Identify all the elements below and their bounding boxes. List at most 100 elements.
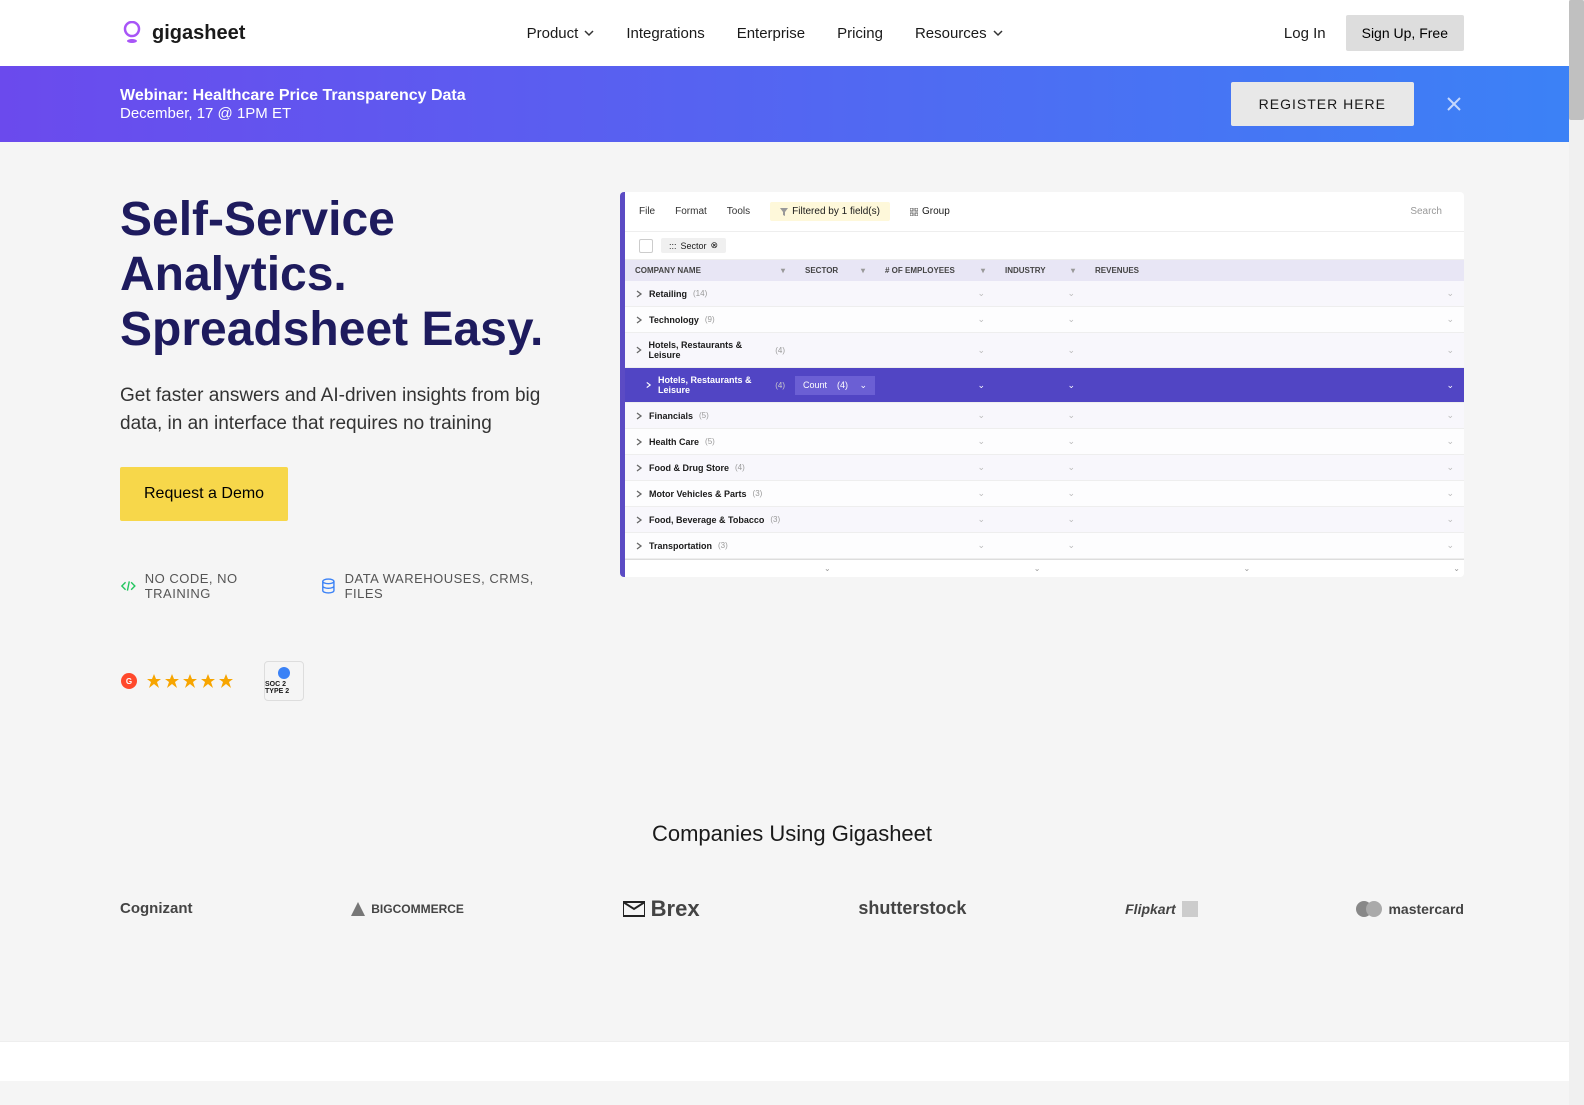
main-nav: Product Integrations Enterprise Pricing … (527, 25, 1003, 42)
chevron-right-icon (635, 542, 643, 550)
company-logos: Cognizant BIGCOMMERCE Brex shutterstock … (120, 897, 1464, 921)
ss-cell (795, 409, 875, 423)
ss-cell: ⌄ (1085, 307, 1464, 332)
ss-menu-file: File (639, 206, 655, 217)
ss-group-chip: Group (910, 206, 950, 217)
ss-header-industry-label: INDUSTRY (1005, 266, 1046, 275)
ss-cell: ⌄ (875, 403, 995, 428)
ss-cell: ⌄ (995, 373, 1085, 398)
ss-cell: Hotels, Restaurants & Leisure(4) (625, 368, 795, 402)
banner-title: Webinar: Healthcare Price Transparency D… (120, 87, 466, 105)
g2-rating: G (120, 672, 234, 690)
ss-row: Food, Beverage & Tobacco(3) ⌄ ⌄ ⌄ (625, 507, 1464, 533)
ss-row: Transportation(3) ⌄ ⌄ ⌄ (625, 533, 1464, 559)
ss-cell: ⌄ (995, 429, 1085, 454)
star-rating (146, 673, 234, 689)
tag-datasources-label: DATA WAREHOUSES, CRMS, FILES (345, 571, 560, 601)
ss-header-employees-label: # OF EMPLOYEES (885, 266, 955, 275)
ss-header-revenues-label: REVENUES (1095, 266, 1139, 275)
ss-cell (795, 435, 875, 449)
ss-header-sector: SECTOR▾ (795, 260, 875, 281)
logo-cognizant: Cognizant (120, 897, 193, 921)
request-demo-button[interactable]: Request a Demo (120, 467, 288, 521)
companies-title: Companies Using Gigasheet (120, 821, 1464, 847)
ss-footer-cell: ⌄ (1045, 560, 1255, 577)
ss-rows: Retailing(14) ⌄ ⌄ ⌄ Technology(9) ⌄ ⌄ ⌄ … (625, 281, 1464, 559)
ss-cell: ⌄ (875, 307, 995, 332)
ss-cell: ⌄ (875, 429, 995, 454)
ss-row: Technology(9) ⌄ ⌄ ⌄ (625, 307, 1464, 333)
ss-cell (795, 287, 875, 301)
ss-cell: Technology(9) (625, 308, 795, 332)
trust-badges: G SOC 2 TYPE 2 (120, 661, 560, 701)
ss-cell: ⌄ (875, 533, 995, 558)
ss-cell: Retailing(14) (625, 282, 795, 306)
ss-row: Health Care(5) ⌄ ⌄ ⌄ (625, 429, 1464, 455)
scrollbar-thumb[interactable] (1569, 0, 1584, 120)
ss-menu-format: Format (675, 206, 707, 217)
ss-search: Search (1402, 204, 1450, 219)
ss-cell: ⌄ (875, 455, 995, 480)
nav-product[interactable]: Product (527, 25, 595, 42)
star-icon (146, 673, 162, 689)
scrollbar[interactable] (1569, 0, 1584, 1105)
hero-left: Self-Service Analytics. Spreadsheet Easy… (120, 192, 560, 701)
ss-menu-tools: Tools (727, 206, 750, 217)
companies-section: Companies Using Gigasheet Cognizant BIGC… (0, 781, 1584, 1001)
ss-cell: ⌄ (875, 281, 995, 306)
ss-cell: Hotels, Restaurants & Leisure(4) (625, 333, 795, 367)
ss-footer-cell: ⌄ (1254, 560, 1464, 577)
logo[interactable]: gigasheet (120, 21, 245, 45)
ss-row: Food & Drug Store(4) ⌄ ⌄ ⌄ (625, 455, 1464, 481)
ss-cell: Financials(5) (625, 404, 795, 428)
ss-chip-label: Sector (681, 241, 707, 251)
database-icon (320, 577, 337, 595)
star-icon (218, 673, 234, 689)
hero-title-line1: Self-Service Analytics. (120, 193, 395, 301)
banner-right: REGISTER HERE (1231, 82, 1464, 126)
logo-mastercard: mastercard (1356, 897, 1464, 921)
chevron-right-icon (635, 290, 643, 298)
ss-cell: Food, Beverage & Tobacco(3) (625, 508, 795, 532)
ss-footer: ⌄ ⌄ ⌄ ⌄ (625, 559, 1464, 577)
chevron-right-icon (635, 316, 643, 324)
ss-cell (795, 313, 875, 327)
login-link[interactable]: Log In (1284, 25, 1326, 42)
hero-title: Self-Service Analytics. Spreadsheet Easy… (120, 192, 560, 358)
ss-row: Hotels, Restaurants & Leisure(4) ⌄ ⌄ ⌄ (625, 333, 1464, 368)
ss-cell (795, 539, 875, 553)
ss-cell: ⌄ (995, 307, 1085, 332)
nav-resources[interactable]: Resources (915, 25, 1003, 42)
ss-cell: ⌄ (1085, 455, 1464, 480)
ss-cell: ⌄ (875, 338, 995, 363)
close-icon[interactable] (1444, 94, 1464, 114)
ss-header-revenues: REVENUES (1085, 260, 1464, 281)
ss-header-industry: INDUSTRY▾ (995, 260, 1085, 281)
ss-expand-all-icon (639, 239, 653, 253)
ss-cell: ⌄ (875, 481, 995, 506)
nav-pricing[interactable]: Pricing (837, 25, 883, 42)
ss-cell: ⌄ (995, 403, 1085, 428)
ss-header-company: COMPANY NAME▾ (625, 260, 795, 281)
ss-toolbar: File Format Tools Filtered by 1 field(s)… (625, 192, 1464, 232)
svg-text:G: G (126, 677, 132, 686)
ss-cell: ⌄ (1085, 533, 1464, 558)
chevron-right-icon (635, 346, 643, 354)
nav-integrations[interactable]: Integrations (626, 25, 704, 42)
ss-cell: ⌄ (995, 507, 1085, 532)
chevron-right-icon (645, 381, 652, 389)
group-icon (910, 208, 918, 216)
promo-banner: Webinar: Healthcare Price Transparency D… (0, 66, 1584, 142)
logo-text: gigasheet (152, 22, 245, 45)
ss-row: Retailing(14) ⌄ ⌄ ⌄ (625, 281, 1464, 307)
register-button[interactable]: REGISTER HERE (1231, 82, 1414, 126)
ss-cell: ⌄ (995, 281, 1085, 306)
ss-cell: Motor Vehicles & Parts(3) (625, 482, 795, 506)
soc2-seal-icon (278, 667, 290, 679)
chevron-right-icon (635, 412, 643, 420)
ss-cell: ⌄ (1085, 507, 1464, 532)
soc2-badge: SOC 2 TYPE 2 (264, 661, 304, 701)
nav-enterprise[interactable]: Enterprise (737, 25, 805, 42)
hero-title-line2: Spreadsheet Easy. (120, 303, 543, 356)
signup-button[interactable]: Sign Up, Free (1346, 15, 1464, 51)
